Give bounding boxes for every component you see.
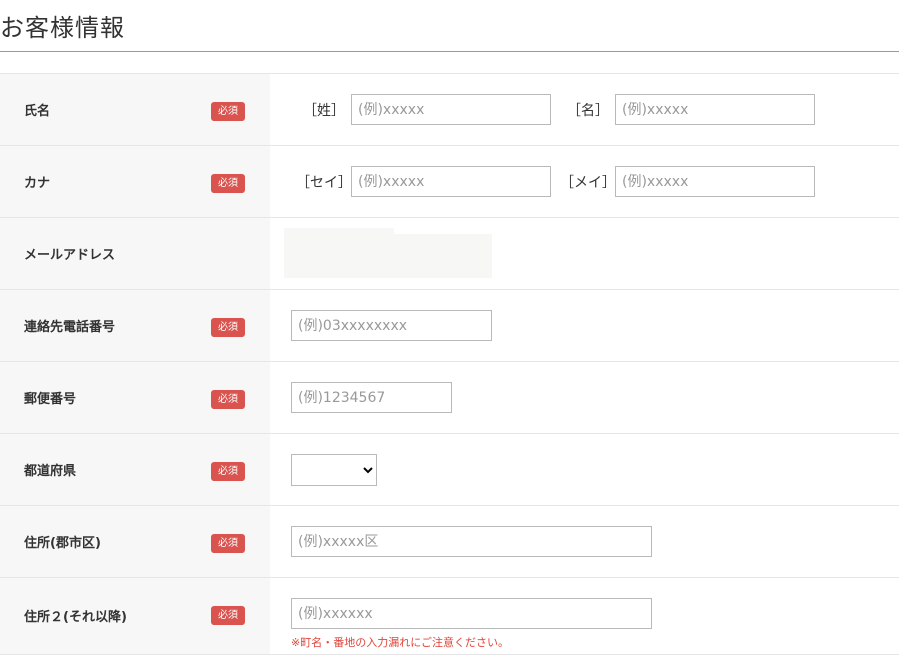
field-cell bbox=[270, 290, 899, 361]
label-cell: メールアドレス bbox=[0, 218, 270, 289]
field-cell bbox=[270, 362, 899, 433]
address2-input[interactable] bbox=[291, 598, 652, 629]
prefecture-label: 都道府県 bbox=[24, 464, 77, 479]
required-badge: 必須 bbox=[211, 390, 245, 409]
form-row-address1: 住所(郡市区) 必須 bbox=[0, 506, 899, 578]
field-cell bbox=[270, 434, 899, 505]
email-label: メールアドレス bbox=[24, 248, 116, 263]
redacted-email-area bbox=[394, 234, 492, 278]
first-kana-input[interactable] bbox=[615, 166, 815, 197]
field-cell bbox=[270, 218, 899, 289]
field-cell: ［姓］ ［名］ bbox=[270, 74, 899, 145]
phone-label: 連絡先電話番号 bbox=[24, 320, 116, 335]
form-row-phone: 連絡先電話番号 必須 bbox=[0, 290, 899, 362]
form-row-kana: カナ 必須 ［セイ］ ［メイ］ bbox=[0, 146, 899, 218]
required-badge: 必須 bbox=[211, 462, 245, 481]
field-cell: ※町名・番地の入力漏れにご注意ください。 bbox=[270, 578, 899, 654]
required-badge: 必須 bbox=[211, 318, 245, 337]
form-row-postal: 郵便番号 必須 bbox=[0, 362, 899, 434]
label-cell: カナ 必須 bbox=[0, 146, 270, 217]
form-row-email: メールアドレス bbox=[0, 218, 899, 290]
phone-input[interactable] bbox=[291, 310, 492, 341]
field-cell bbox=[270, 506, 899, 577]
required-badge: 必須 bbox=[211, 102, 245, 121]
label-cell: 郵便番号 必須 bbox=[0, 362, 270, 433]
label-cell: 都道府県 必須 bbox=[0, 434, 270, 505]
name-label: 氏名 bbox=[24, 104, 51, 119]
postal-label: 郵便番号 bbox=[24, 392, 77, 407]
address1-label: 住所(郡市区) bbox=[24, 536, 101, 551]
field-cell: ［セイ］ ［メイ］ bbox=[270, 146, 899, 217]
form-row-name: 氏名 必須 ［姓］ ［名］ bbox=[0, 74, 899, 146]
required-badge: 必須 bbox=[211, 606, 245, 625]
last-kana-input[interactable] bbox=[351, 166, 551, 197]
first-kana-prefix: ［メイ］ bbox=[560, 175, 616, 191]
label-cell: 連絡先電話番号 必須 bbox=[0, 290, 270, 361]
required-badge: 必須 bbox=[211, 534, 245, 553]
address-warning-note: ※町名・番地の入力漏れにご注意ください。 bbox=[291, 636, 509, 649]
page-title: お客様情報 bbox=[0, 14, 125, 42]
kana-label: カナ bbox=[24, 176, 51, 191]
first-name-prefix: ［名］ bbox=[567, 103, 609, 119]
required-badge: 必須 bbox=[211, 174, 245, 193]
last-name-input[interactable] bbox=[351, 94, 551, 125]
label-cell: 住所２(それ以降) 必須 bbox=[0, 578, 270, 654]
address2-label: 住所２(それ以降) bbox=[24, 610, 127, 625]
customer-info-form: 氏名 必須 ［姓］ ［名］ カナ 必須 ［セイ］ ［メイ］ メールアドレス bbox=[0, 73, 899, 655]
title-divider bbox=[0, 51, 899, 52]
first-name-input[interactable] bbox=[615, 94, 815, 125]
redacted-email-area bbox=[284, 228, 394, 278]
form-row-prefecture: 都道府県 必須 bbox=[0, 434, 899, 506]
form-row-address2: 住所２(それ以降) 必須 ※町名・番地の入力漏れにご注意ください。 bbox=[0, 578, 899, 655]
label-cell: 氏名 必須 bbox=[0, 74, 270, 145]
last-name-prefix: ［姓］ bbox=[303, 103, 345, 119]
last-kana-prefix: ［セイ］ bbox=[296, 175, 352, 191]
prefecture-select[interactable] bbox=[291, 454, 377, 486]
label-cell: 住所(郡市区) 必須 bbox=[0, 506, 270, 577]
address1-input[interactable] bbox=[291, 526, 652, 557]
postal-code-input[interactable] bbox=[291, 382, 452, 413]
